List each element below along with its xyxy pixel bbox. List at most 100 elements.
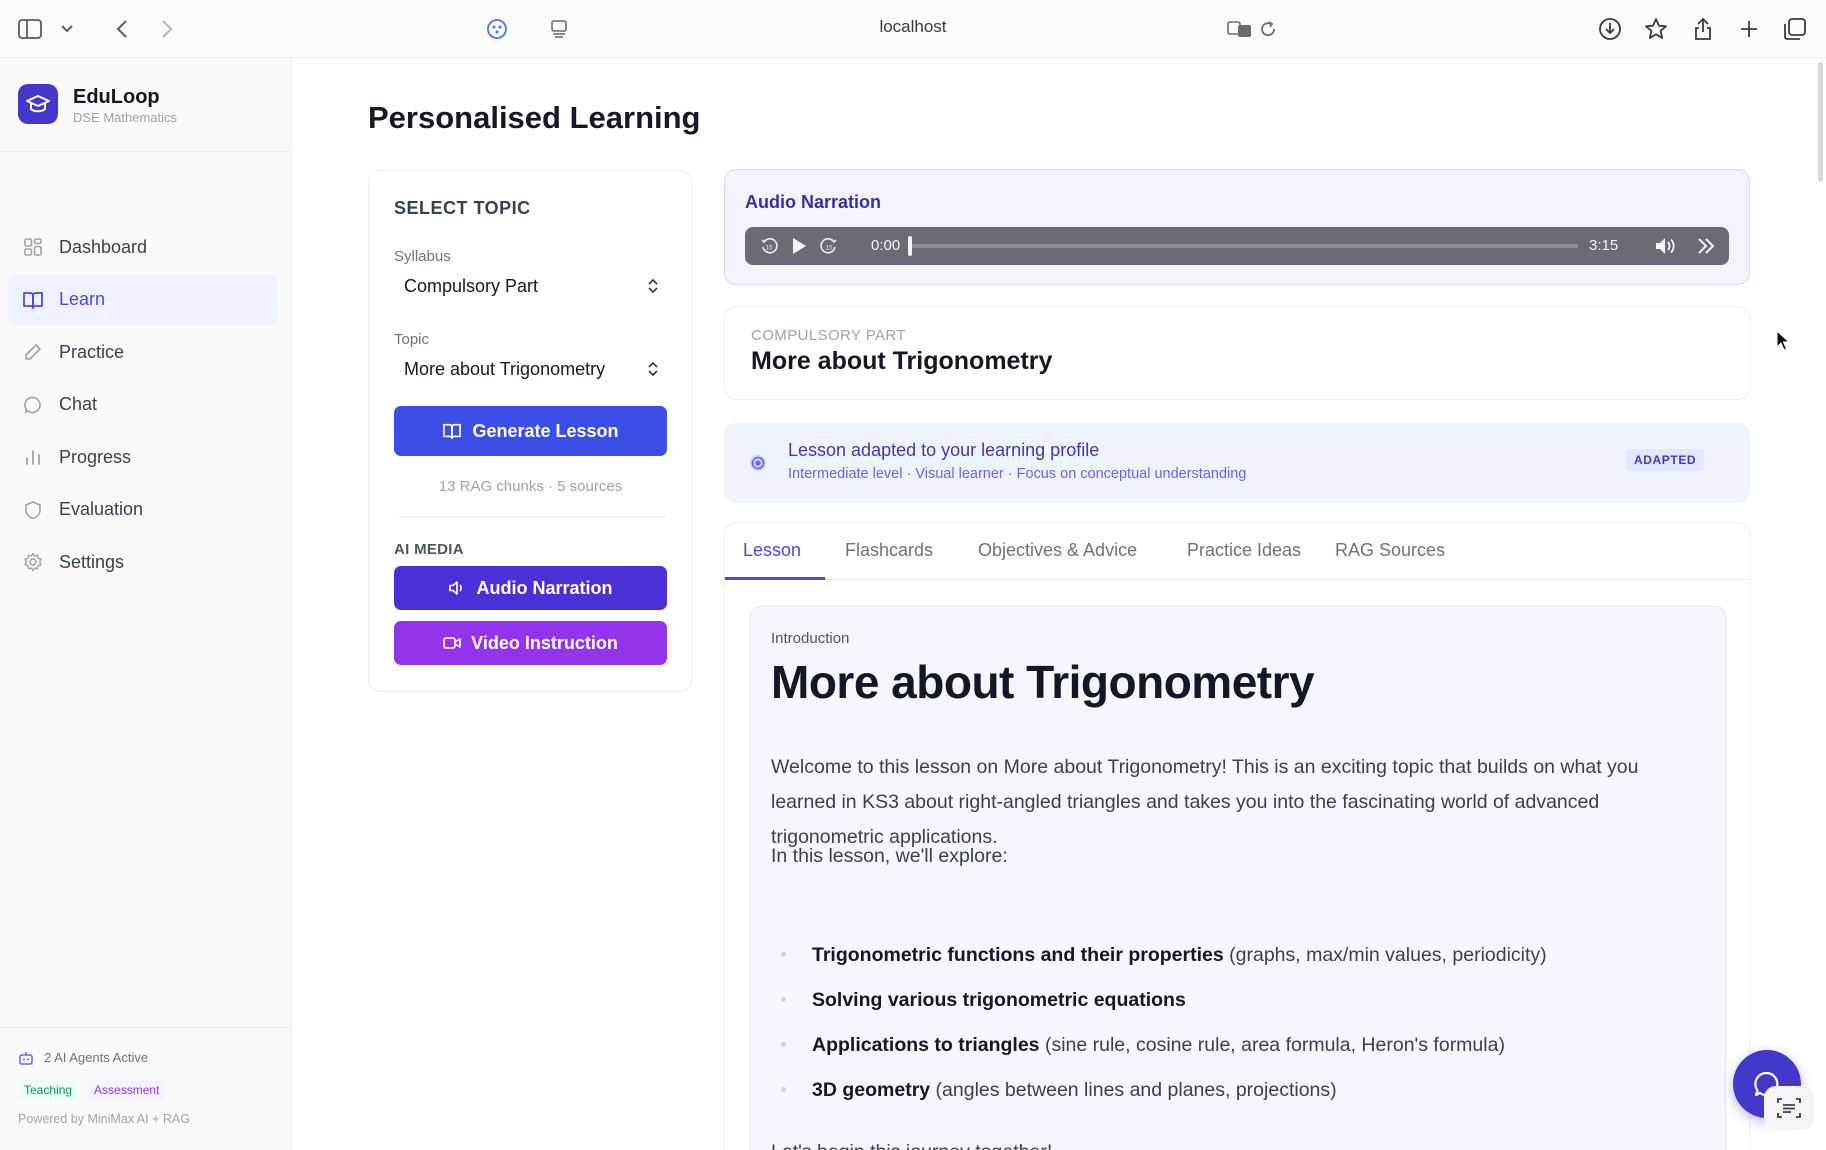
explore-intro: In this lesson, we'll explore: — [771, 845, 1008, 867]
list-item: 3D geometry (angles between lines and pl… — [771, 1079, 1701, 1124]
select-chevron-icon — [646, 276, 660, 296]
tab-flashcards[interactable]: Flashcards — [845, 540, 933, 561]
svg-text:15: 15 — [825, 245, 833, 252]
forward-15-icon[interactable]: 15 — [819, 236, 839, 256]
audio-progress-track[interactable] — [910, 244, 1578, 248]
sidebar-toggle-icon[interactable] — [15, 14, 45, 44]
tab-practice-ideas[interactable]: Practice Ideas — [1187, 540, 1301, 561]
syllabus-kicker: COMPULSORY PART — [751, 327, 906, 344]
rag-info: 13 RAG chunks · 5 sources — [438, 478, 623, 495]
extension-icon[interactable] — [482, 14, 512, 44]
text-scan-icon[interactable] — [1764, 1086, 1814, 1130]
reader-icon[interactable] — [544, 14, 574, 44]
sidebar-item-label: Learn — [59, 289, 106, 309]
sidebar-item-dashboard[interactable]: Dashboard — [8, 222, 278, 272]
star-icon[interactable] — [1641, 14, 1671, 44]
adapted-subtitle: Intermediate level · Visual learner · Fo… — [788, 466, 1247, 482]
grid-icon — [22, 236, 44, 258]
agents-text: 2 AI Agents Active — [44, 1050, 149, 1065]
audio-narration-label: Audio Narration — [476, 577, 613, 598]
generate-lesson-label: Generate Lesson — [472, 420, 619, 441]
topic-label: Topic — [394, 331, 430, 348]
url-text[interactable]: localhost — [0, 17, 1826, 37]
rewind-15-icon[interactable]: 15 — [759, 236, 779, 256]
topic-select[interactable]: More about Trigonometry — [394, 354, 666, 384]
lesson-tabs: Lesson Flashcards Objectives & Advice Pr… — [725, 523, 1749, 580]
select-topic-card: SELECT TOPIC Syllabus Compulsory Part To… — [368, 170, 692, 692]
pencil-icon — [22, 341, 44, 363]
play-icon[interactable] — [789, 236, 809, 256]
lesson-title: More about Trigonometry — [771, 656, 1315, 708]
list-item-bold: Applications to triangles — [812, 1034, 1040, 1056]
graduation-cap-icon — [18, 84, 58, 124]
robot-icon — [18, 1051, 34, 1065]
audio-progress-thumb[interactable] — [908, 236, 912, 256]
shield-icon — [22, 499, 44, 521]
speaker-icon — [448, 580, 466, 596]
double-chevron-right-icon[interactable] — [1696, 236, 1716, 256]
book-icon — [22, 289, 44, 311]
tab-rag-sources[interactable]: RAG Sources — [1335, 540, 1445, 561]
audio-narration-button[interactable]: Audio Narration — [394, 566, 667, 610]
main-content: Personalised Learning SELECT TOPIC Sylla… — [292, 58, 1826, 1150]
volume-icon[interactable] — [1653, 236, 1681, 256]
translate-icon[interactable] — [1225, 14, 1255, 44]
list-item-rest: (sine rule, cosine rule, area formula, H… — [1039, 1034, 1505, 1056]
agents-status: 2 AI Agents Active — [18, 1050, 148, 1065]
video-camera-icon — [443, 636, 461, 650]
closing-line: Let's begin this journey together! — [771, 1141, 1052, 1150]
reload-icon[interactable] — [1253, 14, 1283, 44]
mouse-cursor-icon — [1776, 329, 1791, 357]
tab-lesson[interactable]: Lesson — [743, 540, 801, 561]
plus-icon[interactable] — [1734, 14, 1764, 44]
syllabus-label: Syllabus — [394, 248, 451, 265]
topic-list: Trigonometric functions and their proper… — [771, 944, 1701, 1124]
section-label: Introduction — [771, 630, 850, 647]
sidebar-item-progress[interactable]: Progress — [8, 432, 278, 482]
current-time: 0:00 — [871, 237, 901, 254]
adapted-badge: ADAPTED — [1626, 449, 1705, 471]
lesson-content: Introduction More about Trigonometry Wel… — [750, 606, 1726, 1150]
sidebar-item-practice[interactable]: Practice — [8, 327, 278, 377]
audio-player: 15 15 0:00 3:15 — [745, 227, 1729, 265]
syllabus-select[interactable]: Compulsory Part — [394, 271, 666, 301]
video-instruction-label: Video Instruction — [471, 632, 618, 653]
sidebar-item-learn[interactable]: Learn — [8, 274, 278, 325]
browser-toolbar: localhost — [0, 0, 1826, 58]
sidebar-item-label: Practice — [59, 341, 125, 362]
brand-subtitle: DSE Mathematics — [73, 110, 178, 125]
agent-tags: Teaching Assessment — [18, 1080, 175, 1100]
video-instruction-button[interactable]: Video Instruction — [394, 621, 667, 665]
ai-media-heading: AI MEDIA — [394, 541, 464, 558]
lesson-panel: Lesson Flashcards Objectives & Advice Pr… — [724, 522, 1750, 1150]
page-title: Personalised Learning — [368, 100, 701, 135]
share-icon[interactable] — [1688, 14, 1718, 44]
adapted-title: Lesson adapted to your learning profile — [788, 440, 1100, 460]
list-item: Trigonometric functions and their proper… — [771, 944, 1701, 989]
tabs-icon[interactable] — [1780, 14, 1810, 44]
select-topic-heading: SELECT TOPIC — [394, 198, 531, 218]
divider — [0, 1027, 292, 1028]
divider — [0, 151, 292, 152]
teaching-tag: Teaching — [18, 1080, 79, 1100]
download-icon[interactable] — [1595, 14, 1625, 44]
sidebar-item-settings[interactable]: Settings — [8, 537, 278, 587]
sidebar-item-chat[interactable]: Chat — [8, 380, 278, 430]
select-chevron-icon — [646, 359, 660, 379]
chevron-down-icon[interactable] — [52, 14, 82, 44]
list-item-rest: (angles between lines and planes, projec… — [930, 1079, 1337, 1101]
sidebar-item-label: Chat — [59, 394, 98, 414]
tab-objectives-advice[interactable]: Objectives & Advice — [978, 540, 1137, 561]
brand[interactable]: EduLoop DSE Mathematics — [18, 84, 278, 132]
back-icon[interactable] — [107, 14, 137, 44]
sidebar-item-evaluation[interactable]: Evaluation — [8, 485, 278, 535]
sidebar-item-label: Settings — [59, 551, 125, 572]
forward-icon[interactable] — [152, 14, 182, 44]
gear-icon — [22, 551, 44, 573]
assessment-tag: Assessment — [88, 1080, 166, 1100]
generate-lesson-button[interactable]: Generate Lesson — [394, 406, 667, 456]
book-icon — [442, 422, 462, 440]
sidebar-nav: Dashboard Learn Practice Chat Progress E… — [8, 222, 278, 590]
page-scrollbar[interactable] — [1818, 62, 1823, 182]
list-item-bold: 3D geometry — [812, 1079, 931, 1101]
